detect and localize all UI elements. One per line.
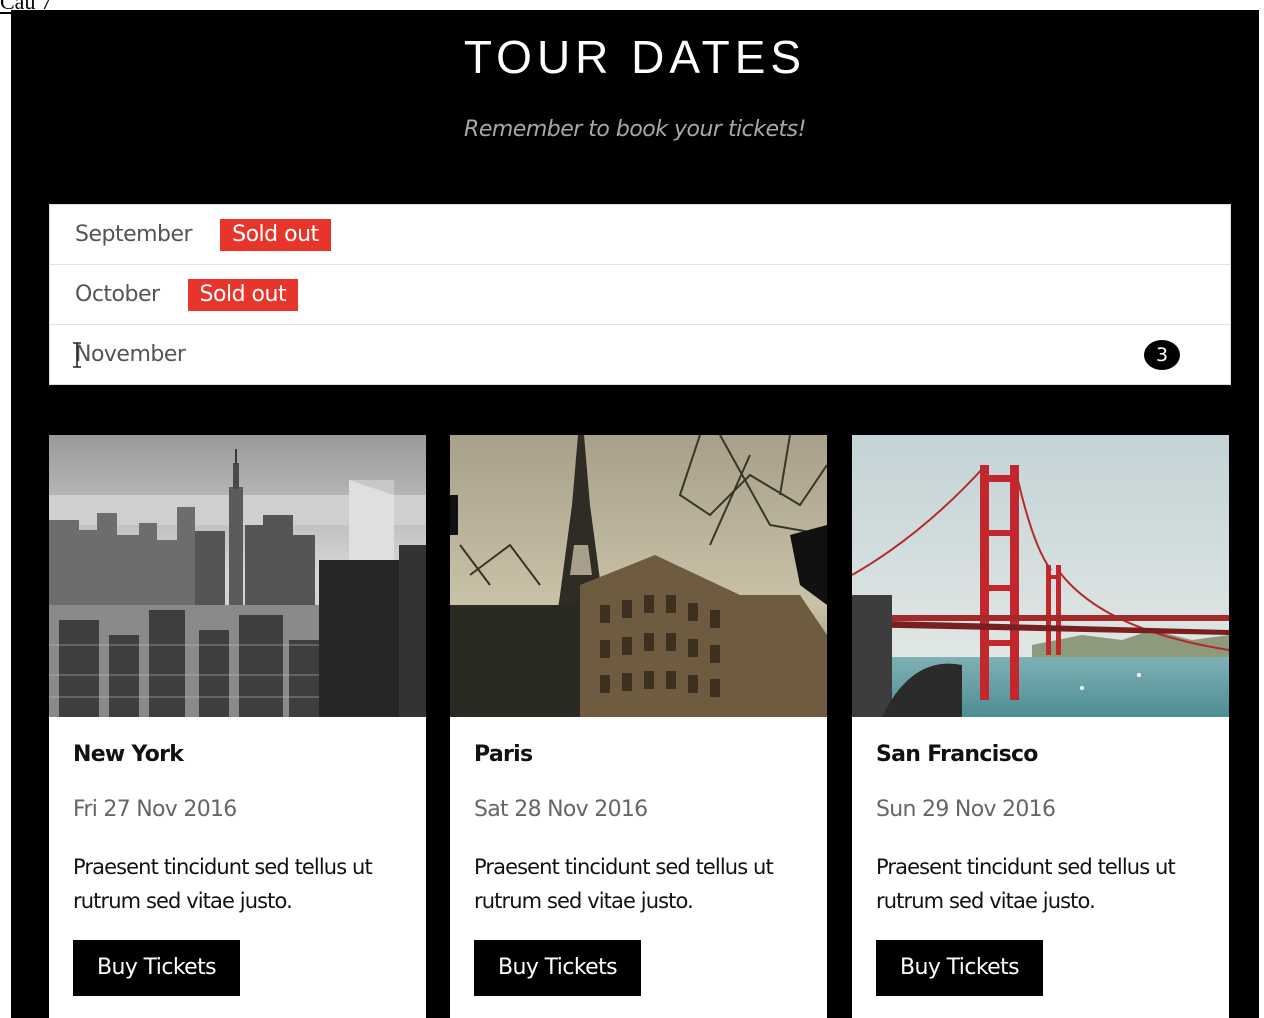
month-name: October <box>75 282 160 307</box>
count-badge: 3 <box>1144 340 1180 370</box>
buy-tickets-button[interactable]: Buy Tickets <box>876 940 1043 996</box>
card-date: Sun 29 Nov 2016 <box>876 797 1056 822</box>
tour-card-new-york: New York Fri 27 Nov 2016 Praesent tincid… <box>49 435 426 1018</box>
buy-tickets-button[interactable]: Buy Tickets <box>474 940 641 996</box>
sold-out-badge: Sold out <box>187 278 299 311</box>
month-name: September <box>75 222 193 247</box>
text-cursor-icon <box>73 342 81 368</box>
page-subtitle: Remember to book your tickets! <box>464 117 806 142</box>
page-title: TOUR DATES <box>463 31 807 83</box>
tour-card-san-francisco: San Francisco Sun 29 Nov 2016 Praesent t… <box>852 435 1229 1018</box>
month-row-october[interactable]: October Sold out <box>50 265 1230 325</box>
month-name: November <box>75 342 186 367</box>
card-description: Praesent tincidunt sed tellus ut rutrum … <box>876 855 1176 913</box>
card-description: Praesent tincidunt sed tellus ut rutrum … <box>474 855 774 913</box>
card-city: Paris <box>474 742 533 767</box>
card-description: Praesent tincidunt sed tellus ut rutrum … <box>73 855 373 913</box>
month-list: September Sold out October Sold out Nove… <box>49 204 1231 385</box>
month-row-september[interactable]: September Sold out <box>50 205 1230 265</box>
tour-cards: New York Fri 27 Nov 2016 Praesent tincid… <box>49 435 1229 1018</box>
san-francisco-golden-gate-photo <box>852 435 1229 717</box>
card-date: Fri 27 Nov 2016 <box>73 797 237 822</box>
card-date: Sat 28 Nov 2016 <box>474 797 648 822</box>
card-city: New York <box>73 742 184 767</box>
tour-section: TOUR DATES Remember to book your tickets… <box>11 10 1259 1018</box>
new-york-skyline-photo <box>49 435 426 717</box>
card-city: San Francisco <box>876 742 1038 767</box>
paris-eiffel-tower-photo <box>450 435 827 717</box>
tour-card-paris: Paris Sat 28 Nov 2016 Praesent tincidunt… <box>450 435 827 1018</box>
month-row-november[interactable]: November 3 <box>50 325 1230 384</box>
sold-out-badge: Sold out <box>220 218 331 251</box>
buy-tickets-button[interactable]: Buy Tickets <box>73 940 240 996</box>
